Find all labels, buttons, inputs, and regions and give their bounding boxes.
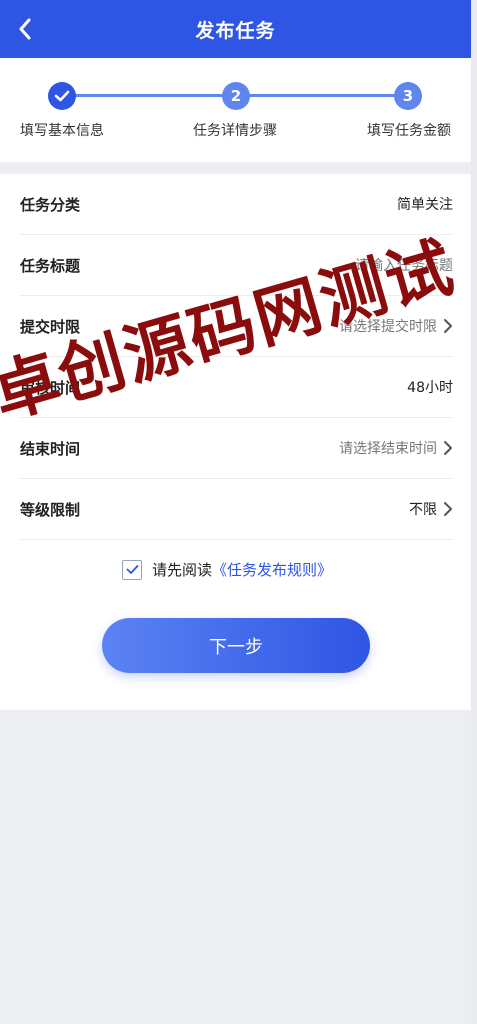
step-connector-1 <box>62 94 236 97</box>
agree-checkbox[interactable] <box>122 559 142 580</box>
review-time-value: 48小时 <box>407 380 453 396</box>
step-connector-2 <box>236 94 408 97</box>
next-step-button[interactable]: 下一步 <box>102 618 370 673</box>
task-title-label: 任务标题 <box>20 256 81 275</box>
row-task-title[interactable]: 任务标题 请输入任务标题 <box>20 235 453 296</box>
row-end-time[interactable]: 结束时间 请选择结束时间 <box>20 418 453 479</box>
task-category-label: 任务分类 <box>20 195 81 214</box>
step-2-label: 任务详情步骤 <box>193 123 277 139</box>
top-bar: 发布任务 <box>0 0 471 58</box>
agree-text: 请先阅读 <box>152 561 213 579</box>
task-category-value: 简单关注 <box>397 197 453 213</box>
row-review-time: 审核时间 48小时 <box>20 357 453 418</box>
end-time-label: 结束时间 <box>20 439 81 458</box>
window-edge <box>471 0 477 1024</box>
chevron-left-icon <box>19 18 31 40</box>
app-screen: 发布任务 2 3 填写基本信息 任务详情步骤 填写任务金额 任务分类 简单关注 … <box>0 0 477 1024</box>
task-title-input[interactable]: 请输入任务标题 <box>355 255 453 275</box>
step-3-label: 填写任务金额 <box>367 123 451 139</box>
row-level-limit[interactable]: 等级限制 不限 <box>20 479 453 540</box>
task-rules-link[interactable]: 《任务发布规则》 <box>212 561 332 579</box>
step-1-indicator <box>48 82 76 110</box>
submit-limit-label: 提交时限 <box>20 317 81 336</box>
agreement-row: 请先阅读《任务发布规则》 <box>122 559 332 580</box>
row-submit-limit[interactable]: 提交时限 请选择提交时限 <box>20 296 453 357</box>
review-time-label: 审核时间 <box>20 378 81 397</box>
chevron-right-icon <box>444 319 452 333</box>
check-icon <box>54 90 70 102</box>
submit-limit-select[interactable]: 请选择提交时限 <box>339 316 437 336</box>
task-form: 任务分类 简单关注 任务标题 请输入任务标题 提交时限 请选择提交时限 审核时间 <box>0 174 471 710</box>
progress-stepper: 2 3 填写基本信息 任务详情步骤 填写任务金额 <box>0 58 471 162</box>
step-2-indicator: 2 <box>222 82 250 110</box>
check-icon <box>126 565 138 574</box>
step-3-indicator: 3 <box>394 82 422 110</box>
page-title: 发布任务 <box>195 19 276 42</box>
back-button[interactable] <box>10 14 40 44</box>
level-limit-value[interactable]: 不限 <box>409 499 437 519</box>
chevron-right-icon <box>444 502 452 516</box>
chevron-right-icon <box>444 441 452 455</box>
level-limit-label: 等级限制 <box>20 500 81 519</box>
step-1-label: 填写基本信息 <box>20 123 104 139</box>
end-time-select[interactable]: 请选择结束时间 <box>339 438 437 458</box>
row-task-category[interactable]: 任务分类 简单关注 <box>20 174 453 235</box>
